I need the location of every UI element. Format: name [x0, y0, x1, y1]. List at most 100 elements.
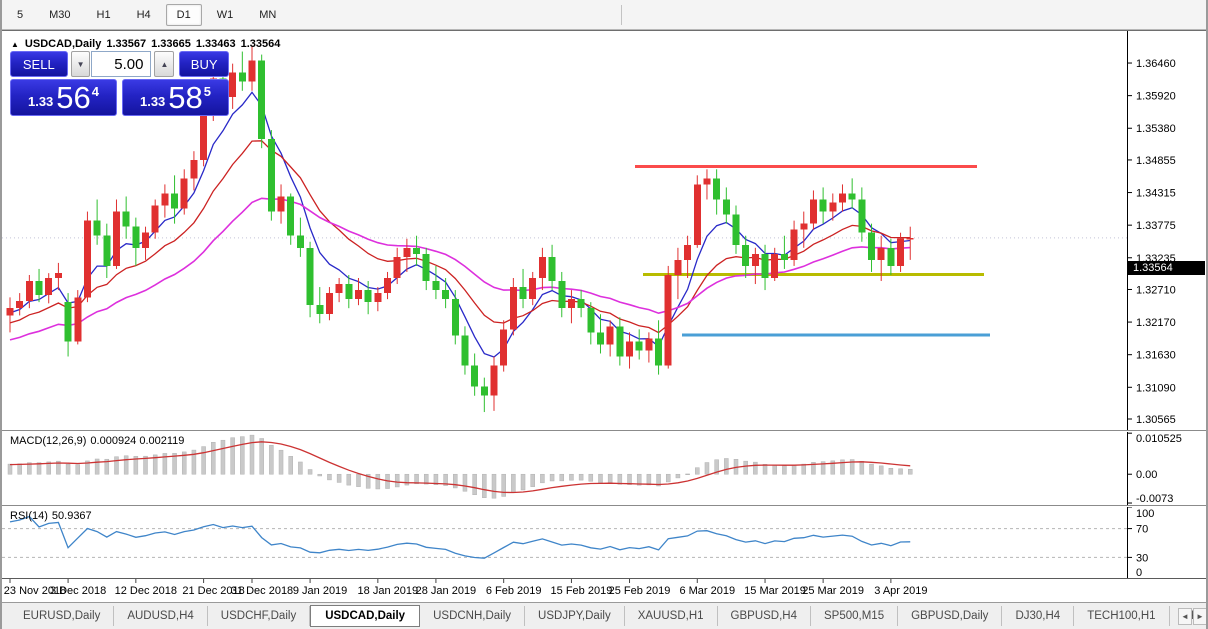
price-axis-label: 1.35380 [1136, 123, 1176, 135]
timeframe-button-h4[interactable]: H4 [126, 4, 162, 26]
macd-name: MACD(12,26,9) [10, 435, 86, 447]
date-axis[interactable]: 23 Nov 20183 Dec 201812 Dec 201821 Dec 2… [2, 578, 1208, 602]
candle-body [345, 284, 352, 299]
macd-histogram-bar [260, 438, 264, 474]
macd-histogram-bar [744, 461, 748, 474]
symbol-tab-usdchf[interactable]: USDCHF,Daily [208, 606, 310, 626]
candle-body [887, 248, 894, 266]
macd-histogram-bar [531, 474, 535, 486]
candle-body [471, 366, 478, 387]
macd-histogram-bar [879, 466, 883, 474]
symbol-tab-audusd[interactable]: AUDUSD,H4 [114, 606, 207, 626]
rsi-axis-label: 70 [1136, 524, 1148, 536]
symbol-tab-eurusd[interactable]: EURUSD,Daily [10, 606, 114, 626]
timeframe-toolbar: 5M30H1H4D1W1MN [2, 0, 1208, 30]
macd-histogram-bar [870, 464, 874, 474]
candle-body [190, 160, 197, 178]
chevron-down-icon: ▼ [77, 60, 85, 69]
date-axis-label: 6 Feb 2019 [486, 585, 542, 597]
timeframe-button-mn[interactable]: MN [248, 4, 287, 26]
symbol-tab-gbpusd[interactable]: GBPUSD,H4 [718, 606, 811, 626]
macd-histogram-bar [792, 465, 796, 474]
buy-button[interactable]: BUY [179, 51, 229, 77]
volume-input[interactable] [91, 51, 151, 77]
symbol-tab-sp500[interactable]: SP500,M15 [811, 606, 898, 626]
symbol-tab-usdcad[interactable]: USDCAD,Daily [310, 605, 420, 627]
volume-decrease-button[interactable]: ▼ [71, 51, 91, 77]
tab-scroll-left-button[interactable]: ◄ [1178, 608, 1192, 625]
candle-body [858, 199, 865, 232]
macd-histogram-bar [76, 465, 80, 475]
buy-price-button[interactable]: 1.33 58 5 [122, 79, 229, 116]
candle-body [355, 290, 362, 299]
candle-body [365, 290, 372, 302]
macd-histogram-bar [908, 469, 912, 474]
tab-scroll-arrows: ◄ ► [1177, 608, 1207, 625]
macd-axis-label: 0.010525 [1136, 433, 1182, 445]
macd-histogram-bar [676, 474, 680, 478]
symbol-tab-usdcnh[interactable]: USDCNH,Daily [420, 606, 525, 626]
rsi-name: RSI(14) [10, 510, 48, 522]
current-price-tag: 1.33564 [1128, 261, 1205, 275]
date-axis-label: 18 Jan 2019 [358, 585, 419, 597]
symbol-tab-gbpusd[interactable]: GBPUSD,Daily [898, 606, 1002, 626]
date-axis-label: 9 Jan 2019 [293, 585, 347, 597]
bar-close-value: 1.33564 [241, 38, 281, 50]
candle-body [616, 326, 623, 356]
date-axis-label: 28 Jan 2019 [416, 585, 477, 597]
collapse-triangle-icon[interactable]: ▲ [11, 40, 19, 49]
date-axis-label: 12 Dec 2018 [115, 585, 177, 597]
candle-body [491, 366, 498, 396]
candle-body [84, 221, 91, 298]
candle-body [742, 245, 749, 266]
sell-price-button[interactable]: 1.33 56 4 [10, 79, 117, 116]
candle-body [510, 287, 517, 329]
macd-histogram-bar [763, 464, 767, 474]
macd-histogram-bar [289, 456, 293, 474]
candle-body [442, 290, 449, 299]
macd-histogram-bar [95, 459, 99, 474]
chart-window[interactable]: ▲ USDCAD,Daily 1.33567 1.33665 1.33463 1… [2, 30, 1208, 602]
tab-scroll-right-button[interactable]: ► [1193, 608, 1207, 625]
macd-histogram-bar [482, 474, 486, 497]
macd-histogram-bar [782, 466, 786, 474]
candle-body [849, 193, 856, 199]
macd-histogram-bar [492, 474, 496, 498]
candle-body [258, 61, 265, 139]
candle-body [316, 305, 323, 314]
macd-indicator-label: MACD(12,26,9)0.000924 0.002119 [10, 435, 188, 447]
macd-histogram-bar [589, 474, 593, 481]
volume-increase-button[interactable]: ▲ [154, 51, 174, 77]
date-axis-label: 15 Feb 2019 [551, 585, 613, 597]
candle-body [384, 278, 391, 293]
symbol-tab-xauusd[interactable]: XAUUSD,H1 [625, 606, 718, 626]
macd-histogram-bar [860, 461, 864, 474]
bar-open-value: 1.33567 [106, 38, 146, 50]
candle-body [278, 196, 285, 211]
candle-body [868, 233, 875, 260]
candle-body [452, 299, 459, 335]
timeframe-button-d1[interactable]: D1 [166, 4, 202, 26]
macd-histogram-bar [337, 474, 341, 482]
candle-body [607, 326, 614, 344]
macd-histogram-bar [356, 474, 360, 486]
timeframe-button-w1[interactable]: W1 [206, 4, 245, 26]
date-axis-label: 3 Dec 2018 [50, 585, 106, 597]
candle-body [336, 284, 343, 293]
rsi-value: 50.9367 [52, 510, 92, 522]
timeframe-button-m30[interactable]: M30 [38, 4, 81, 26]
macd-histogram-bar [221, 440, 225, 474]
candle-body [423, 254, 430, 281]
timeframe-button-5[interactable]: 5 [6, 4, 34, 26]
macd-histogram-bar [279, 450, 283, 474]
symbol-tab-usdjpy[interactable]: USDJPY,Daily [525, 606, 625, 626]
rsi-panel-canvas[interactable]: 10070300 [2, 507, 1208, 579]
timeframe-button-h1[interactable]: H1 [86, 4, 122, 26]
candle-body [500, 329, 507, 365]
price-axis-label: 1.32710 [1136, 284, 1176, 296]
macd-histogram-bar [347, 474, 351, 485]
sell-button[interactable]: SELL [10, 51, 68, 77]
symbol-tab-tech100[interactable]: TECH100,H1 [1074, 606, 1169, 626]
macd-histogram-bar [666, 474, 670, 482]
symbol-tab-dj30[interactable]: DJ30,H4 [1002, 606, 1074, 626]
